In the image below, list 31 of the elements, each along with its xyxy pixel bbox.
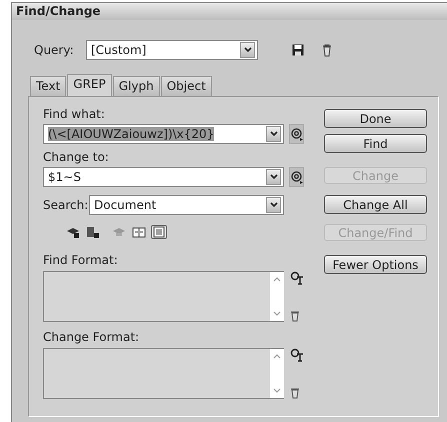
tab[interactable]: Object [160, 76, 212, 96]
change-format-label: Change Format: [43, 330, 140, 344]
query-label: Query: [34, 43, 75, 57]
format-settings-icon[interactable] [290, 271, 304, 285]
special-characters-button[interactable] [289, 167, 304, 187]
save-icon[interactable] [292, 44, 304, 56]
dialog-button[interactable]: Done [324, 109, 427, 128]
find-format-label: Find Format: [43, 253, 119, 267]
window-title: Find/Change [12, 3, 447, 20]
locked-stories-icon[interactable] [85, 225, 101, 239]
special-characters-button[interactable] [289, 124, 304, 144]
dialog-button[interactable]: Change All [324, 195, 427, 214]
format-settings-icon[interactable] [290, 348, 304, 362]
footnotes-icon[interactable] [151, 225, 167, 239]
trash-icon[interactable] [322, 44, 332, 56]
search-dropdown[interactable]: Document [89, 195, 284, 215]
tab[interactable]: Glyph [112, 76, 160, 96]
tab[interactable]: GREP [67, 74, 112, 96]
change-to-label: Change to: [43, 150, 110, 164]
locked-layers-icon[interactable] [65, 225, 81, 239]
query-dropdown[interactable]: [Custom] [86, 40, 258, 60]
master-pages-icon[interactable] [131, 225, 147, 239]
dialog-button[interactable]: Fewer Options [324, 255, 427, 274]
change-to-field[interactable]: $1~S [43, 167, 284, 187]
search-label: Search: [43, 198, 89, 212]
trash-icon[interactable] [290, 387, 300, 399]
tab[interactable]: Text [30, 76, 66, 96]
trash-icon[interactable] [290, 310, 300, 322]
dialog-button[interactable]: Find [324, 134, 427, 153]
find-what-field[interactable]: (\<[AIOUWZaiouwz])\x{20} [43, 124, 284, 144]
find-what-label: Find what: [43, 107, 106, 121]
